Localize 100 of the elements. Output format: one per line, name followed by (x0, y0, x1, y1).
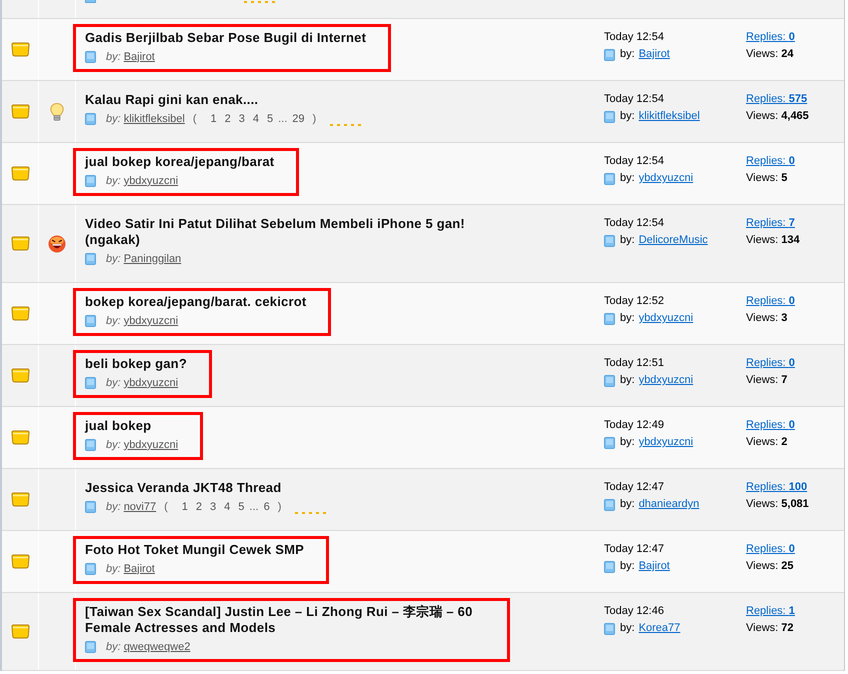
page-link[interactable]: 5 (238, 498, 244, 516)
author-link[interactable]: ybdxyuzcni (124, 374, 178, 392)
thread-title-link[interactable]: Gadis Berjilbab Sebar Pose Bugil di Internet (85, 30, 366, 46)
last-poster-link[interactable]: ybdxyuzcni (638, 372, 694, 389)
thread-title-link[interactable]: Foto Hot Toket Mungil Cewek SMP (85, 542, 304, 558)
author-link[interactable]: ybdxyuzcni (124, 172, 178, 190)
page-link[interactable]: 4 (224, 498, 230, 516)
pagination-bracket: ) (312, 112, 316, 127)
square-icon (604, 234, 615, 246)
author-link[interactable]: Paninggilan (124, 250, 182, 268)
square-icon (85, 315, 96, 327)
page-link[interactable]: 29 (292, 110, 305, 128)
replies-link[interactable]: Replies: 7 (746, 215, 795, 232)
replies-link[interactable]: Replies: 0 (746, 417, 795, 434)
thread-title-link[interactable]: Video Satir Ini Patut Dilihat Sebelum Membeli iPhone 5 gan! (ngakak) (85, 216, 485, 248)
thread-title-link[interactable]: jual bokep korea/jepang/barat (85, 154, 274, 170)
last-poster-link[interactable]: Bajirot (638, 46, 670, 63)
page-link[interactable]: 6 (264, 498, 270, 516)
page-link[interactable]: 2 (196, 498, 202, 516)
by-label: by: (620, 497, 635, 512)
by-label: by: (620, 47, 635, 62)
replies-link[interactable]: Replies: 575 (746, 91, 808, 108)
folder-icon (10, 306, 30, 321)
folder-icon (10, 492, 30, 507)
last-post-time: Today 12:47 (604, 480, 664, 495)
last-poster-link[interactable]: Bajirot (638, 558, 670, 575)
thread-title-link[interactable]: Kalau Rapi gini kan enak.... (85, 92, 258, 108)
last-post-time: Today 12:47 (604, 542, 664, 557)
author-link[interactable]: klikitfleksibel (124, 110, 185, 128)
author-link[interactable]: novi77 (124, 498, 156, 516)
last-post-time: Today 12:54 (604, 154, 664, 169)
square-icon (604, 622, 615, 634)
square-icon (604, 110, 615, 122)
page-link[interactable]: 2 (224, 110, 231, 128)
by-label: by: (620, 109, 635, 124)
by-label: by: (620, 233, 635, 248)
square-icon (85, 175, 96, 187)
pagination-ellipsis: ... (249, 500, 259, 515)
by-label: by: (620, 171, 635, 186)
square-icon (604, 436, 615, 448)
replies-link[interactable]: Replies: 0 (746, 153, 795, 170)
folder-icon (10, 624, 30, 639)
laughing-face-icon (48, 234, 66, 252)
page-link[interactable]: 3 (210, 498, 216, 516)
author-link[interactable]: qweqweqwe2 (124, 638, 190, 656)
by-label: by: (620, 373, 635, 388)
views-count: Views: 134 (746, 233, 800, 248)
replies-link[interactable]: Replies: 100 (746, 479, 808, 496)
last-post-time: Today 12:54 (604, 92, 664, 107)
page-link[interactable]: 4 (252, 110, 259, 128)
author-link[interactable]: Bajirot (124, 48, 155, 66)
page-link[interactable]: 3 (238, 110, 245, 128)
last-post-time: Today 12:54 (604, 216, 664, 231)
square-icon (604, 172, 615, 184)
page-link[interactable]: 5 (267, 110, 274, 128)
author-link[interactable]: Bajirot (124, 560, 155, 578)
last-poster-link[interactable]: DelicoreMusic (638, 232, 708, 249)
replies-link[interactable]: Replies: 0 (746, 293, 795, 310)
replies-link[interactable]: Replies: 0 (746, 355, 795, 372)
last-poster-link[interactable]: ybdxyuzcni (638, 170, 694, 187)
author-link[interactable]: ybdxyuzcni (124, 436, 178, 454)
page-link[interactable]: 1 (182, 498, 188, 516)
square-icon (85, 377, 96, 389)
thread-title-link[interactable]: [Taiwan Sex Scandal] Justin Lee – Li Zhong Rui – 李宗瑞 – 60 Female Actresses and Models (85, 604, 485, 636)
pagination-ellipsis: ... (278, 112, 288, 127)
by-label: by: (620, 621, 635, 636)
last-poster-link[interactable]: klikitfleksibel (638, 108, 700, 125)
square-icon (85, 439, 96, 451)
square-icon (604, 374, 615, 386)
by-label: by: (106, 376, 121, 391)
last-post-time: Today 12:52 (604, 294, 664, 309)
folder-icon (10, 554, 30, 569)
views-count: Views: 5,081 (746, 497, 809, 512)
last-poster-link[interactable]: ybdxyuzcni (638, 310, 694, 327)
thread-title-link[interactable]: bokep korea/jepang/barat. cekicrot (85, 294, 306, 310)
last-poster-link[interactable]: Korea77 (638, 620, 680, 637)
thread-title-link[interactable]: beli bokep gan? (85, 356, 187, 372)
last-poster-link[interactable]: dhanieardyn (638, 496, 700, 513)
last-poster-link[interactable]: ybdxyuzcni (638, 434, 694, 451)
thread-title-link[interactable]: jual bokep (85, 418, 152, 434)
replies-link[interactable]: Replies: 1 (746, 603, 795, 620)
square-icon (604, 560, 615, 572)
views-count: Views: 72 (746, 621, 794, 636)
folder-icon (10, 236, 30, 251)
pagination-bracket: ) (278, 500, 282, 515)
views-count: Views: 3 (746, 311, 788, 326)
by-label: by: (620, 311, 635, 326)
replies-link[interactable]: Replies: 0 (746, 541, 795, 558)
pagination-bracket: ( (192, 112, 196, 127)
author-link[interactable]: ybdxyuzcni (124, 312, 178, 330)
last-post-time: Today 12:49 (604, 418, 664, 433)
page-link[interactable]: 1 (210, 110, 217, 128)
views-count: Views: 24 (746, 47, 794, 62)
by-label: by: (620, 559, 635, 574)
square-icon (85, 113, 96, 125)
views-count: Views: 7 (746, 373, 788, 388)
folder-icon (10, 430, 30, 445)
replies-link[interactable]: Replies: 0 (746, 29, 795, 46)
thread-title-link[interactable]: Jessica Veranda JKT48 Thread (85, 480, 282, 496)
by-label: by: (106, 174, 121, 189)
